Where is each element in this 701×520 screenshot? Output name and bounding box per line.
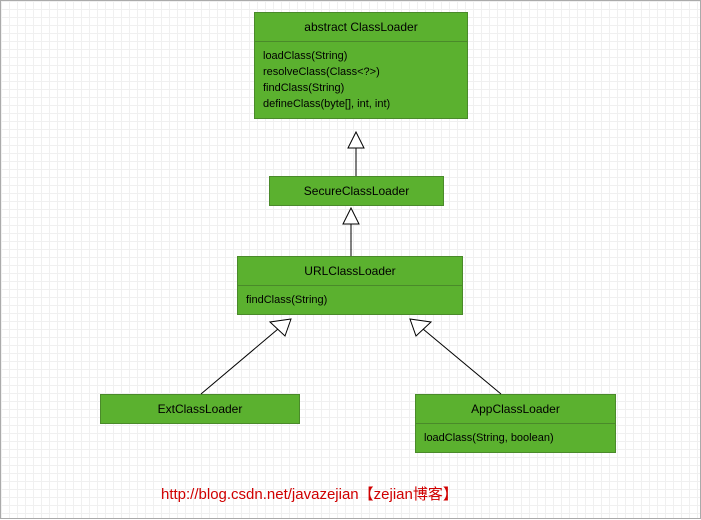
class-box-appclassloader: AppClassLoader loadClass(String, boolean… bbox=[415, 394, 616, 453]
class-box-secureclassloader: SecureClassLoader bbox=[269, 176, 444, 206]
class-title: URLClassLoader bbox=[238, 257, 462, 286]
class-body: findClass(String) bbox=[238, 286, 462, 314]
method: defineClass(byte[], int, int) bbox=[263, 96, 459, 112]
footer-url: http://blog.csdn.net/javazejian bbox=[161, 486, 359, 503]
method: findClass(String) bbox=[246, 292, 454, 308]
class-box-urlclassloader: URLClassLoader findClass(String) bbox=[237, 256, 463, 315]
method: resolveClass(Class<?>) bbox=[263, 64, 459, 80]
method: loadClass(String) bbox=[263, 48, 459, 64]
method: loadClass(String, boolean) bbox=[424, 430, 607, 446]
footer-text: http://blog.csdn.net/javazejian【zejian博客… bbox=[161, 483, 458, 504]
class-box-extclassloader: ExtClassLoader bbox=[100, 394, 300, 424]
footer-label: 【zejian博客】 bbox=[359, 486, 458, 503]
class-box-classloader: abstract ClassLoader loadClass(String) r… bbox=[254, 12, 468, 119]
class-body: loadClass(String) resolveClass(Class<?>)… bbox=[255, 42, 467, 118]
class-body: loadClass(String, boolean) bbox=[416, 424, 615, 452]
class-title: SecureClassLoader bbox=[270, 177, 443, 205]
class-title: AppClassLoader bbox=[416, 395, 615, 424]
diagram-canvas: abstract ClassLoader loadClass(String) r… bbox=[0, 0, 701, 519]
class-title: ExtClassLoader bbox=[101, 395, 299, 423]
class-title: abstract ClassLoader bbox=[255, 13, 467, 42]
method: findClass(String) bbox=[263, 80, 459, 96]
